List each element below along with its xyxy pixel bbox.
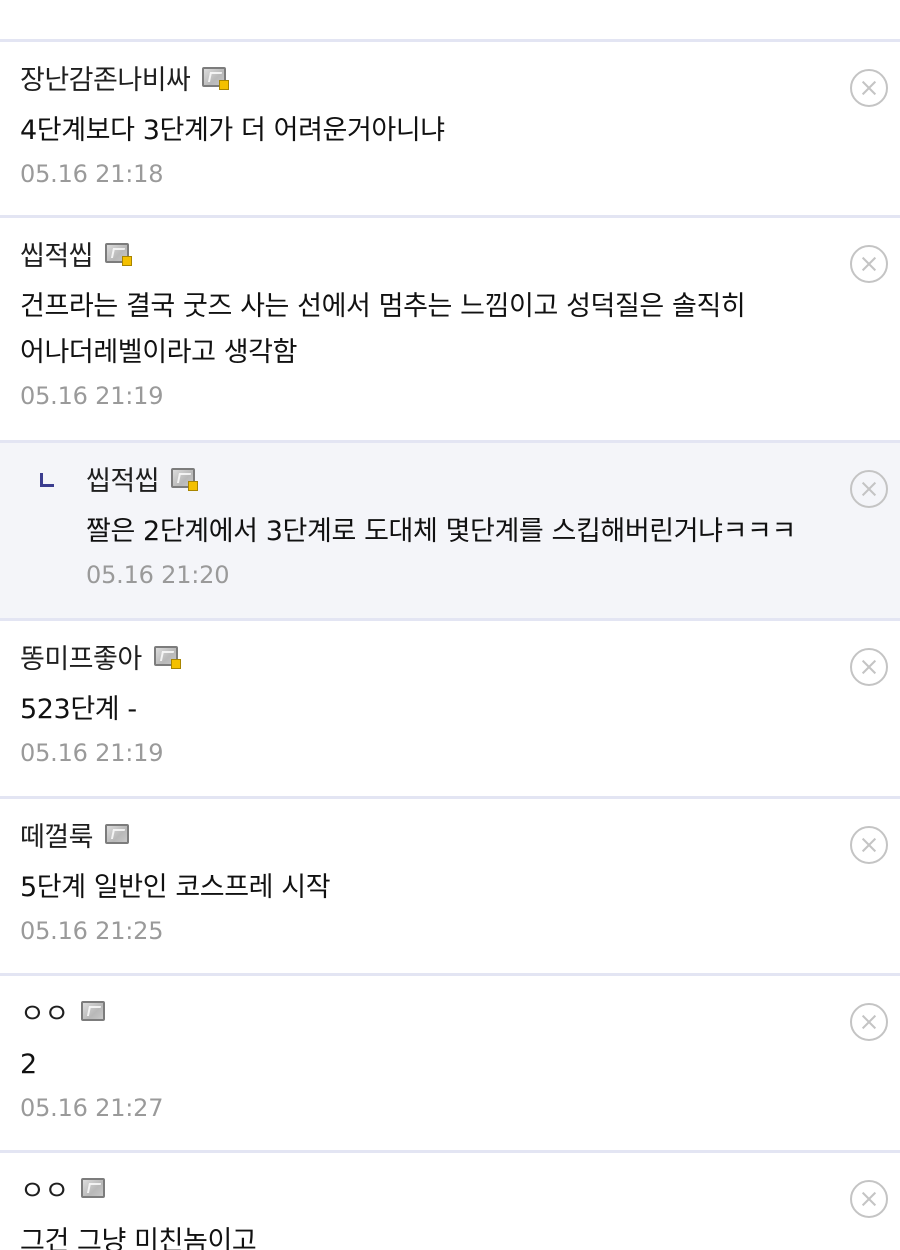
comment-body: 2 xyxy=(20,1049,37,1080)
comment-nickname[interactable]: 떼껄룩 xyxy=(20,815,94,854)
comment-header: 씹적씹 xyxy=(20,234,810,273)
comment-item: ㅇㅇ 2 05.16 21:27 xyxy=(0,976,900,1153)
level-badge-icon xyxy=(202,67,230,90)
comment-timestamp: 05.16 21:19 xyxy=(20,739,164,767)
comment-item: 똥미프좋아 523단계 - 05.16 21:19 xyxy=(0,621,900,799)
level-badge-icon xyxy=(105,824,130,844)
comment-body: 4단계보다 3단계가 더 어려운거아니냐 xyxy=(20,115,445,146)
comment-body: 짤은 2단계에서 3단계로 도대체 몇단계를 스킵해버린거냐ㅋㅋㅋ xyxy=(86,516,796,547)
comment-item: 떼껄룩 5단계 일반인 코스프레 시작 05.16 21:25 xyxy=(0,799,900,976)
comment-body: 건프라는 결국 굿즈 사는 선에서 멈추는 느낌이고 성덕질은 솔직히 어나더레… xyxy=(20,291,746,368)
close-circle-icon[interactable] xyxy=(850,1003,888,1041)
close-circle-icon[interactable] xyxy=(850,826,888,864)
comment-timestamp: 05.16 21:20 xyxy=(86,561,230,589)
comment-body: 5단계 일반인 코스프레 시작 xyxy=(20,872,331,903)
comment-timestamp: 05.16 21:27 xyxy=(20,1094,164,1122)
comment-body: 523단계 - xyxy=(20,694,137,725)
close-circle-icon[interactable] xyxy=(850,648,888,686)
level-badge-icon xyxy=(105,243,133,266)
comment-nickname[interactable]: 장난감존나비싸 xyxy=(20,58,191,97)
close-circle-icon[interactable] xyxy=(850,245,888,283)
comment-nickname[interactable]: 씹적씹 xyxy=(86,459,160,498)
comment-body: 그건 그냥 미친놈이고 xyxy=(20,1226,257,1250)
comment-header: 똥미프좋아 xyxy=(20,637,810,676)
level-badge-icon xyxy=(171,468,199,491)
reply-item: 씹적씹 짤은 2단계에서 3단계로 도대체 몇단계를 스킵해버린거냐ㅋㅋㅋ 05… xyxy=(0,443,900,621)
level-badge-icon xyxy=(80,1001,105,1021)
comment-header: ㅇㅇ xyxy=(20,1169,810,1208)
comment-item: 장난감존나비싸 4단계보다 3단계가 더 어려운거아니냐 05.16 21:18 xyxy=(0,42,900,218)
comment-timestamp: 05.16 21:19 xyxy=(20,382,164,410)
level-badge-icon xyxy=(153,646,181,669)
close-circle-icon[interactable] xyxy=(850,470,888,508)
comment-item: ㅇㅇ 그건 그냥 미친놈이고 xyxy=(0,1153,900,1250)
close-circle-icon[interactable] xyxy=(850,1180,888,1218)
comment-timestamp: 05.16 21:25 xyxy=(20,917,164,945)
comment-timestamp: 05.16 21:18 xyxy=(20,160,164,188)
close-circle-icon[interactable] xyxy=(850,69,888,107)
comment-header: 씹적씹 xyxy=(86,459,810,498)
comment-nickname[interactable]: 씹적씹 xyxy=(20,234,94,273)
comment-header: ㅇㅇ xyxy=(20,992,810,1031)
comment-nickname[interactable]: ㅇㅇ xyxy=(20,1169,69,1208)
comment-nickname[interactable]: 똥미프좋아 xyxy=(20,637,142,676)
level-badge-icon xyxy=(80,1178,105,1198)
comment-nickname[interactable]: ㅇㅇ xyxy=(20,992,69,1031)
comment-header: 장난감존나비싸 xyxy=(20,58,810,97)
top-spacer xyxy=(0,0,900,42)
comment-list-page: 장난감존나비싸 4단계보다 3단계가 더 어려운거아니냐 05.16 21:18… xyxy=(0,0,900,1250)
comment-header: 떼껄룩 xyxy=(20,815,810,854)
comment-item: 씹적씹 건프라는 결국 굿즈 사는 선에서 멈추는 느낌이고 성덕질은 솔직히 … xyxy=(0,218,900,443)
reply-arrow-icon xyxy=(40,473,54,487)
